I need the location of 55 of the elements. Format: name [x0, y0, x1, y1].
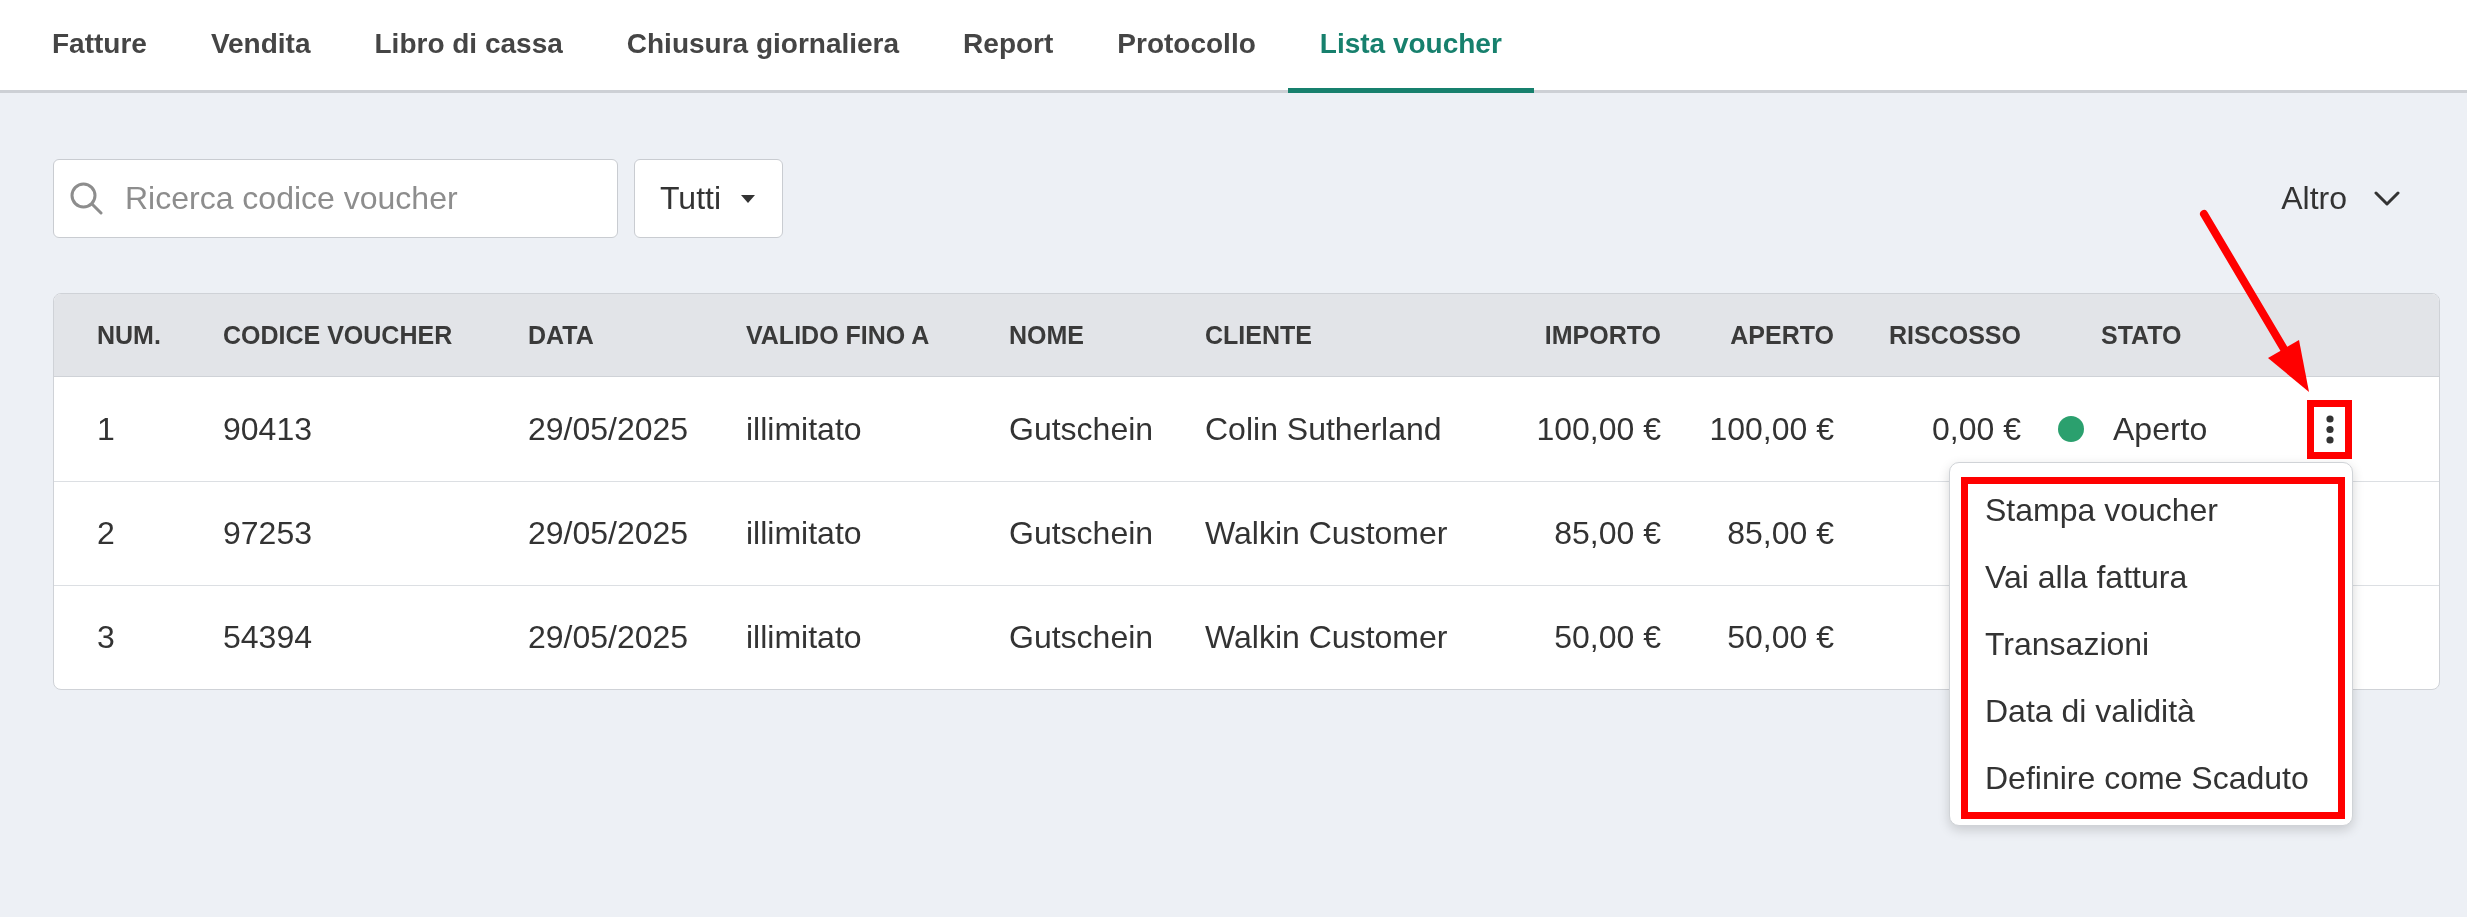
- table-cell: 85,00 €: [1554, 515, 1661, 552]
- table-cell: Colin Sutherland: [1205, 410, 1442, 448]
- table-cell: 3: [97, 619, 115, 656]
- search-field[interactable]: Ricerca codice voucher: [53, 159, 618, 238]
- menu-item[interactable]: Transazioni: [1968, 618, 2338, 685]
- vertical-dots-icon: [2325, 414, 2334, 444]
- column-header: CODICE VOUCHER: [223, 320, 453, 350]
- table-cell: 50,00 €: [1554, 619, 1661, 656]
- column-header: IMPORTO: [1544, 320, 1661, 350]
- menu-item[interactable]: Vai alla fattura: [1968, 551, 2338, 618]
- menu-item[interactable]: Stampa voucher: [1968, 484, 2338, 551]
- table-cell: 1: [97, 410, 115, 448]
- table-cell: 29/05/2025: [528, 410, 689, 448]
- filter-dropdown[interactable]: Tutti: [634, 159, 784, 238]
- more-button[interactable]: Altro: [2281, 180, 2400, 217]
- column-header: VALIDO FINO A: [746, 320, 930, 350]
- status-label: Aperto: [2113, 410, 2208, 448]
- column-header: DATA: [528, 320, 594, 350]
- tab[interactable]: Libro di cassa: [342, 0, 595, 93]
- tab[interactable]: Fatture: [20, 0, 179, 93]
- column-header: NUM.: [97, 320, 161, 350]
- chevron-down-icon: [2374, 191, 2400, 206]
- table-cell: 2: [97, 515, 115, 552]
- table-cell: illimitato: [746, 619, 862, 656]
- column-header: STATO: [2100, 320, 2182, 350]
- tab[interactable]: Chiusura giornaliera: [594, 0, 932, 93]
- table-cell: 85,00 €: [1727, 515, 1834, 552]
- column-header: RISCOSSO: [1889, 320, 2021, 350]
- menu-item[interactable]: Data di validità: [1968, 685, 2338, 752]
- table-cell: Walkin Customer: [1205, 619, 1448, 656]
- table-cell: 0,00 €: [1932, 410, 2021, 448]
- search-icon: [70, 182, 103, 215]
- table-cell: 29/05/2025: [528, 515, 689, 552]
- table-cell: 50,00 €: [1727, 619, 1834, 656]
- table-cell: illimitato: [746, 515, 862, 552]
- table-cell: 54394: [223, 619, 312, 656]
- column-header: NOME: [1009, 320, 1084, 350]
- table-cell: Walkin Customer: [1205, 515, 1448, 552]
- tab[interactable]: Lista voucher: [1287, 0, 1534, 93]
- tab[interactable]: Protocollo: [1085, 0, 1288, 93]
- table-cell: Gutschein: [1009, 515, 1154, 552]
- caret-icon: [741, 194, 756, 203]
- column-header: APERTO: [1730, 320, 1834, 350]
- table-cell: 97253: [223, 515, 312, 552]
- table-cell: 100,00 €: [1709, 410, 1834, 448]
- tab[interactable]: Report: [931, 0, 1086, 93]
- table-cell: Gutschein: [1009, 619, 1154, 656]
- tab[interactable]: Vendita: [178, 0, 343, 93]
- table-cell: Gutschein: [1009, 410, 1154, 448]
- table-cell: 29/05/2025: [528, 619, 689, 656]
- table-cell: 90413: [223, 410, 312, 448]
- column-header: CLIENTE: [1205, 320, 1312, 350]
- table-cell: illimitato: [746, 410, 862, 448]
- table-cell: 100,00 €: [1536, 410, 1661, 448]
- menu-item[interactable]: Definire come Scaduto: [1968, 752, 2338, 812]
